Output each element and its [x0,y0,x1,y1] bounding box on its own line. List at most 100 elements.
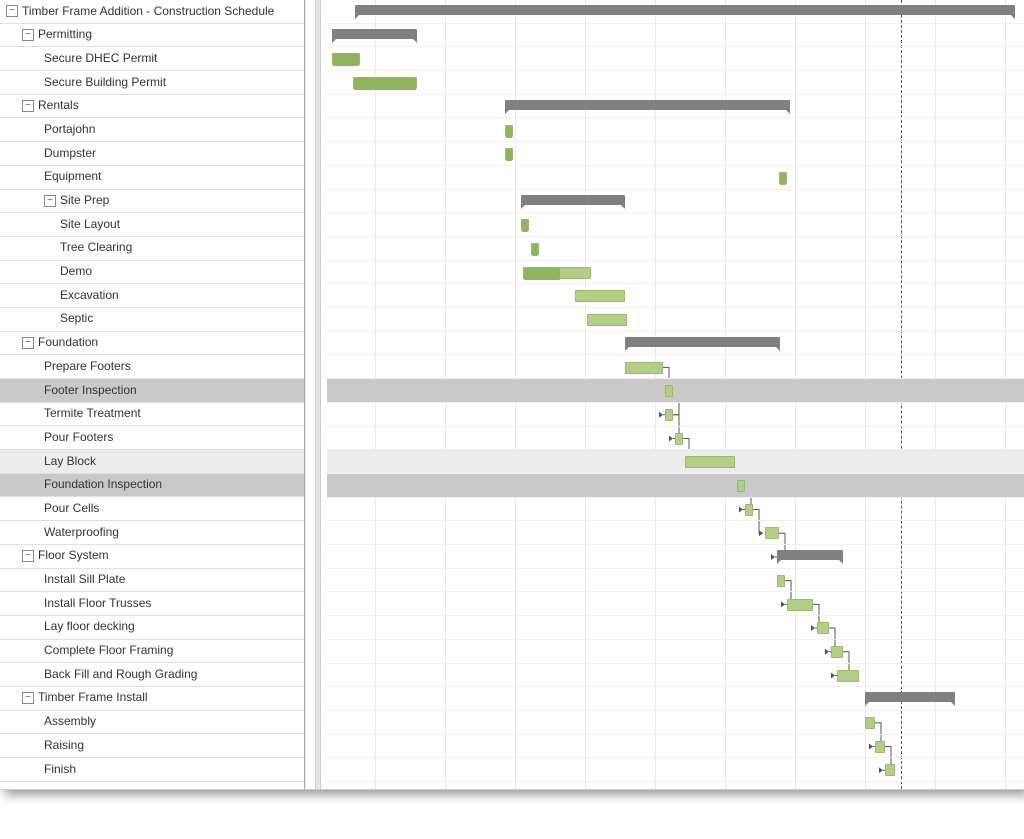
task-bar[interactable] [665,385,673,397]
collapse-icon[interactable]: − [22,100,34,112]
progress-fill [524,268,560,280]
task-label: Termite Treatment [44,403,141,426]
progress-fill [506,126,512,138]
gantt-row [327,379,1024,403]
task-label: Pour Footers [44,426,113,449]
task-row[interactable]: Excavation [0,284,304,308]
task-row[interactable]: Footer Inspection [0,379,304,403]
task-bar[interactable] [787,599,813,611]
gantt-row [327,545,1024,569]
summary-bar[interactable] [777,550,843,560]
task-list-panel[interactable]: −Timber Frame Addition - Construction Sc… [0,0,305,789]
task-bar[interactable] [765,527,779,539]
task-row[interactable]: Secure Building Permit [0,71,304,95]
task-row[interactable]: Install Floor Trusses [0,592,304,616]
task-bar[interactable] [779,172,787,184]
task-bar[interactable] [817,622,829,634]
task-row[interactable]: Portajohn [0,118,304,142]
task-label: Raising [44,734,84,757]
task-row[interactable]: Site Layout [0,213,304,237]
task-row[interactable]: −Site Prep [0,190,304,214]
task-row[interactable]: Install Sill Plate [0,569,304,593]
task-row[interactable]: Demo [0,261,304,285]
task-bar[interactable] [575,290,625,302]
progress-fill [354,78,416,90]
collapse-icon[interactable]: − [22,692,34,704]
summary-bar[interactable] [505,100,790,110]
task-row[interactable]: Septic [0,308,304,332]
task-bar[interactable] [332,53,360,65]
collapse-icon[interactable]: − [22,29,34,41]
task-row[interactable]: Lay floor decking [0,616,304,640]
progress-fill [506,149,512,161]
summary-bar[interactable] [625,337,780,347]
task-bar[interactable] [521,219,529,231]
task-bar[interactable] [837,670,859,682]
gantt-row [327,213,1024,237]
collapse-icon[interactable]: − [22,550,34,562]
task-bar[interactable] [737,480,745,492]
task-bar[interactable] [875,741,885,753]
task-label: Site Layout [60,213,120,236]
task-row[interactable]: Finish [0,758,304,782]
task-row[interactable]: Lay Block [0,450,304,474]
task-row[interactable]: −Timber Frame Install [0,687,304,711]
gantt-app: −Timber Frame Addition - Construction Sc… [0,0,1024,790]
task-bar[interactable] [885,764,895,776]
task-row[interactable]: Complete Floor Framing [0,640,304,664]
task-bar[interactable] [685,456,735,468]
gantt-row [327,71,1024,95]
task-row[interactable]: Equipment [0,166,304,190]
task-row[interactable]: Back Fill and Rough Grading [0,663,304,687]
task-row[interactable]: Waterproofing [0,521,304,545]
task-bar[interactable] [587,314,627,326]
task-row[interactable]: Prepare Footers [0,355,304,379]
task-row[interactable]: Raising [0,734,304,758]
task-label: Timber Frame Install [38,687,148,710]
summary-bar[interactable] [521,195,625,205]
task-bar[interactable] [777,575,785,587]
task-row[interactable]: Tree Clearing [0,237,304,261]
task-label: Septic [60,308,93,331]
task-row[interactable]: −Timber Frame Addition - Construction Sc… [0,0,304,24]
task-bar[interactable] [665,409,673,421]
task-bar[interactable] [625,362,663,374]
task-row[interactable]: Pour Cells [0,497,304,521]
task-row[interactable]: Pour Footers [0,426,304,450]
task-row[interactable]: Dumpster [0,142,304,166]
summary-bar[interactable] [332,29,417,39]
task-bar[interactable] [831,646,843,658]
task-bar[interactable] [505,148,513,160]
task-row[interactable]: Foundation Inspection [0,474,304,498]
task-row[interactable]: Assembly [0,711,304,735]
task-label: Site Prep [60,190,109,213]
task-row[interactable]: −Rentals [0,95,304,119]
task-row[interactable]: −Floor System [0,545,304,569]
task-label: Portajohn [44,118,95,141]
task-row[interactable]: −Permitting [0,24,304,48]
task-label: Excavation [60,284,119,307]
task-bar[interactable] [865,717,875,729]
task-bar[interactable] [505,125,513,137]
task-label: Finish [44,758,76,781]
task-label: Foundation [38,332,98,355]
task-label: Foundation Inspection [44,474,162,497]
task-label: Lay floor decking [44,616,135,639]
collapse-icon[interactable]: − [6,5,18,17]
task-row[interactable]: Termite Treatment [0,403,304,427]
task-row[interactable]: Secure DHEC Permit [0,47,304,71]
collapse-icon[interactable]: − [22,337,34,349]
task-bar[interactable] [675,433,683,445]
gantt-chart-panel[interactable] [305,0,1024,789]
task-label: Footer Inspection [44,379,137,402]
task-row[interactable]: −Foundation [0,332,304,356]
gantt-row [327,24,1024,48]
collapse-icon[interactable]: − [44,195,56,207]
summary-bar[interactable] [355,5,1015,15]
task-bar[interactable] [745,504,753,516]
task-bar[interactable] [531,243,539,255]
summary-bar[interactable] [865,692,955,702]
task-bar[interactable] [523,267,591,279]
task-bar[interactable] [353,77,417,89]
gantt-row [327,261,1024,285]
